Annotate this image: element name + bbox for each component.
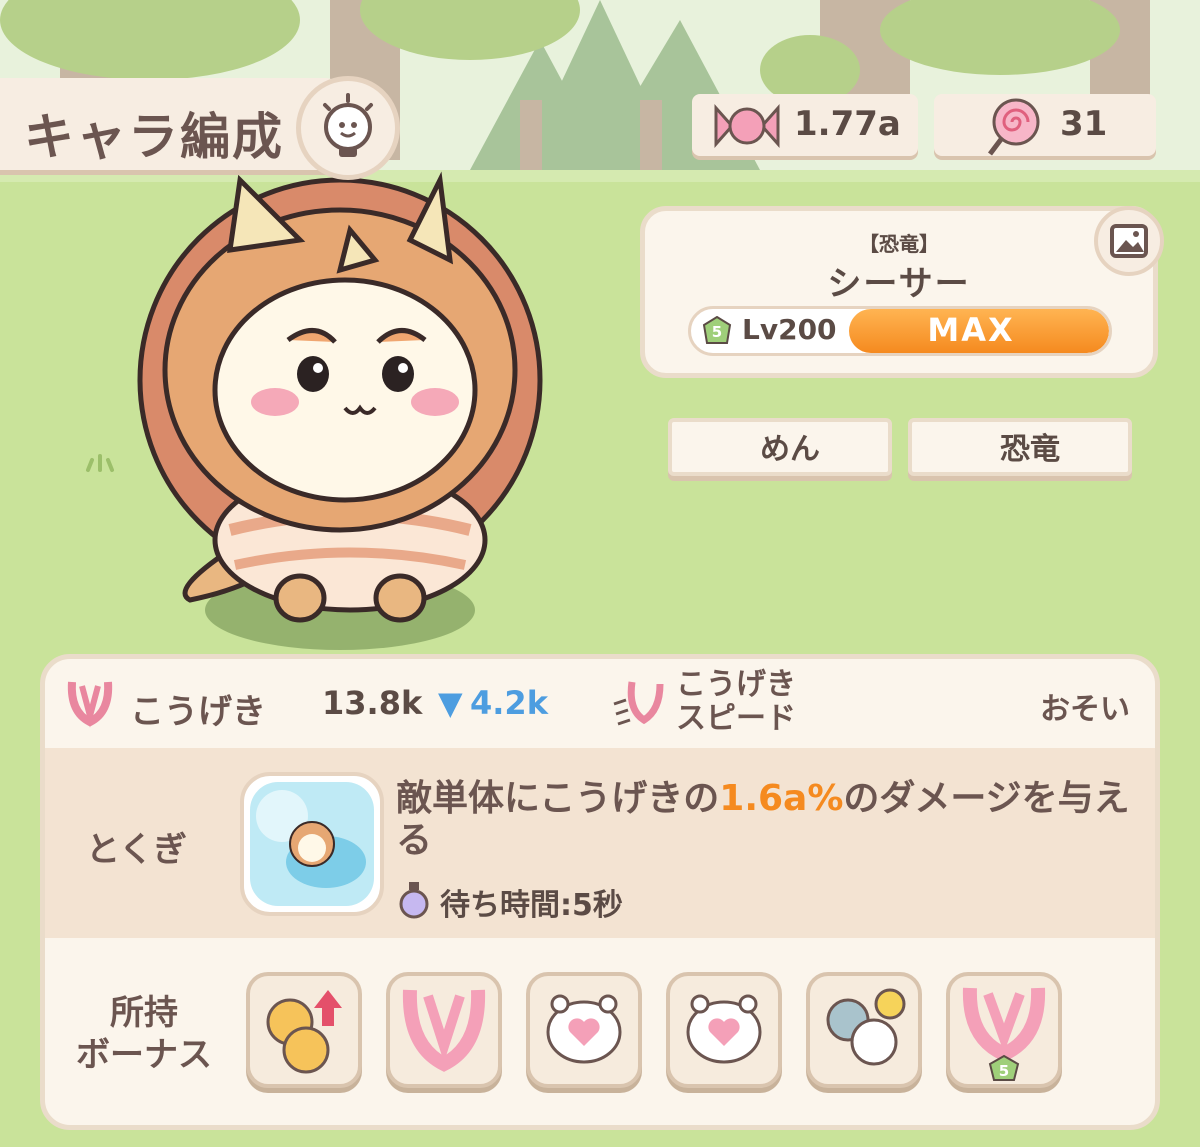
attack-claw-icon — [67, 681, 113, 728]
attack-label: こうげき — [130, 692, 266, 732]
attack-speed-icon — [613, 681, 664, 726]
bonus-rank-number: 5 — [999, 1062, 1009, 1080]
bonus-label-line1: 所持 — [110, 993, 178, 1033]
skill-wait-time: 待ち時間:5秒 — [440, 888, 623, 923]
lollipop-icon — [988, 98, 1040, 156]
claw-rank-icon: 5 — [962, 987, 1046, 1081]
lightbulb-icon — [323, 93, 373, 157]
attack-diff-arrow-icon: ▼ — [438, 684, 463, 722]
skill-icon-button[interactable] — [240, 772, 384, 916]
character-illustration — [137, 171, 543, 623]
bonus-item-1[interactable] — [246, 972, 362, 1088]
speed-label: こうげき スピード — [676, 668, 796, 736]
hourglass-potion-icon — [399, 882, 429, 919]
speed-value: おそい — [1040, 692, 1130, 727]
bonus-item-6[interactable]: 5 — [946, 972, 1062, 1088]
bonus-item-2[interactable] — [386, 972, 502, 1088]
bonus-item-3[interactable] — [526, 972, 642, 1088]
bonus-item-4[interactable] — [666, 972, 782, 1088]
bonus-label-line2: ボーナス — [76, 1035, 212, 1075]
tag-button-dinosaur-label: 恐竜 — [1000, 432, 1060, 467]
image-icon — [1110, 224, 1148, 258]
skill-desc-highlight: 1.6a% — [719, 778, 844, 819]
cloud-sun-icon — [826, 988, 906, 1066]
heart-face-icon — [546, 994, 622, 1064]
page-title: キャラ編成 — [24, 108, 284, 166]
character-tag: 【恐竜】 — [859, 232, 939, 256]
hint-button[interactable] — [296, 76, 400, 180]
level-text: Lv200 — [742, 313, 837, 346]
skill-desc-part1: 敵単体にこうげきの — [396, 778, 720, 819]
skill-label: とくぎ — [86, 830, 187, 870]
attack-diff-value: 4.2k — [470, 684, 548, 722]
level-max-text: MAX — [927, 311, 1015, 349]
lollipop-amount: 31 — [1060, 104, 1108, 144]
skill-bubble-icon — [250, 782, 374, 906]
lollipop-currency — [934, 94, 1156, 156]
claw-icon — [402, 989, 486, 1072]
tag-button-men-label: めん — [760, 432, 820, 467]
candy-icon — [714, 104, 780, 148]
rank-badge-icon: 5 — [702, 316, 732, 344]
speed-label-line1: こうげき — [676, 667, 796, 702]
heart-face-icon — [686, 994, 762, 1064]
attack-value: 13.8k — [322, 684, 423, 722]
character-name: シーサー — [827, 264, 971, 304]
candy-amount: 1.77a — [794, 104, 901, 144]
speed-label-line2: スピード — [676, 701, 796, 736]
rank-badge-number: 5 — [712, 323, 722, 341]
bonus-label: 所持 ボーナス — [64, 992, 224, 1076]
photo-button[interactable] — [1094, 206, 1164, 276]
bonus-item-5[interactable] — [806, 972, 922, 1088]
skill-description: 敵単体にこうげきの1.6a%のダメージを与える — [396, 778, 1136, 862]
coin-up-icon — [266, 990, 342, 1074]
